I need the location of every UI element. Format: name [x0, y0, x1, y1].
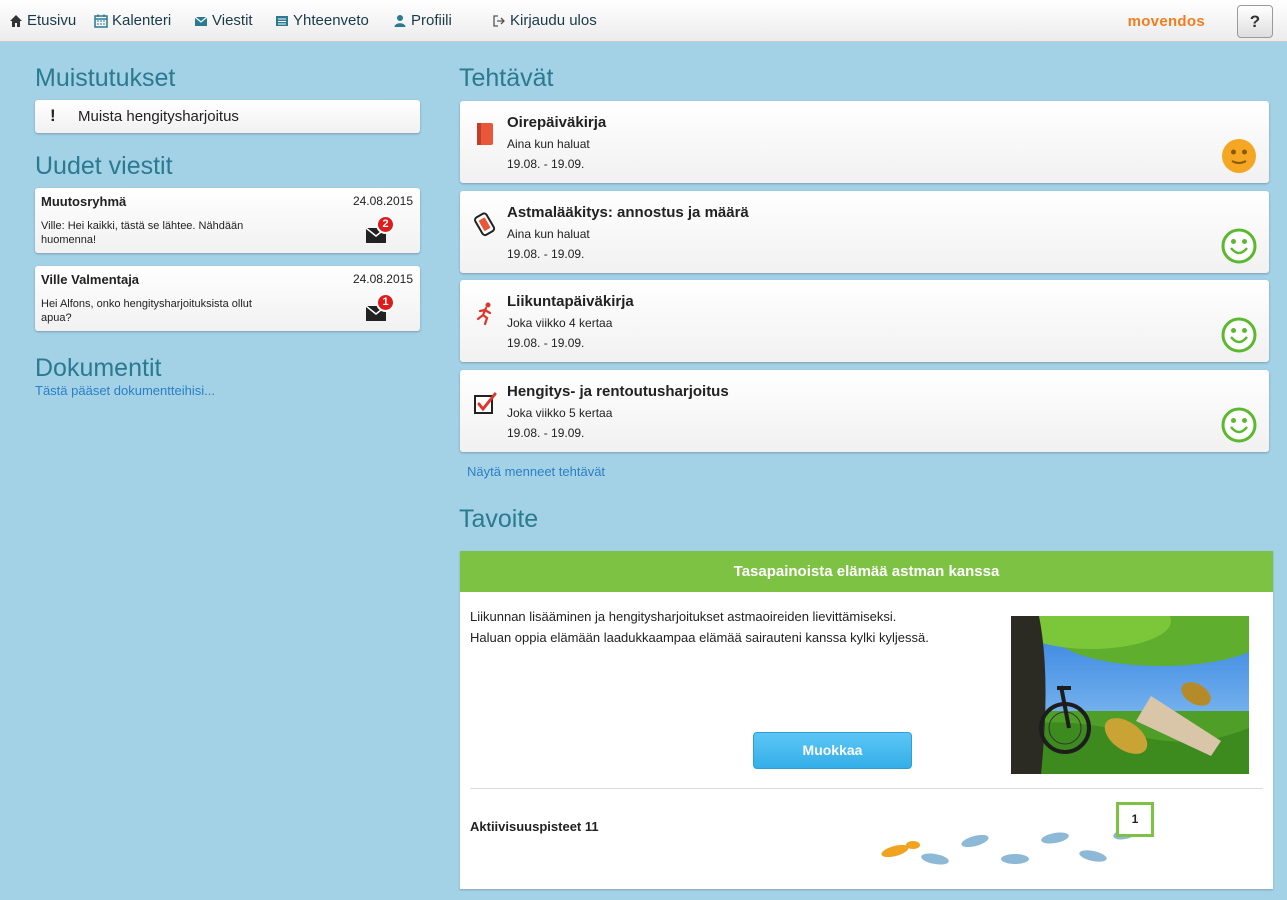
- message-item[interactable]: Muutosryhmä 24.08.2015 Ville: Hei kaikki…: [35, 188, 420, 253]
- task-frequency: Aina kun haluat: [507, 227, 590, 241]
- goal-header: Tasapainoista elämää astman kanssa: [460, 551, 1273, 592]
- task-dates: 19.08. - 19.09.: [507, 157, 585, 171]
- reminder-item[interactable]: ! Muista hengitysharjoitus: [35, 100, 420, 133]
- logout-icon: [493, 14, 505, 27]
- top-nav: Etusivu Kalenteri Viestit Yhteenveto Pro…: [0, 0, 1287, 42]
- task-item[interactable]: Astmalääkitys: annostus ja määrä Aina ku…: [460, 191, 1269, 273]
- task-frequency: Joka viikko 4 kertaa: [507, 316, 613, 330]
- nav-calendar-label: Kalenteri: [112, 12, 172, 29]
- summary-icon: [276, 15, 288, 26]
- task-dates: 19.08. - 19.09.: [507, 336, 585, 350]
- happy-smiley-icon: [1221, 407, 1257, 443]
- unread-count-badge: 2: [376, 215, 395, 234]
- task-item[interactable]: Hengitys- ja rentoutusharjoitus Joka vii…: [460, 370, 1269, 452]
- nav-summary[interactable]: Yhteenveto: [275, 12, 369, 29]
- message-date: 24.08.2015: [352, 272, 413, 286]
- message-preview: Ville: Hei kaikki, tästä se lähtee. Nähd…: [41, 220, 244, 246]
- unread-count-badge: 1: [376, 293, 395, 312]
- task-frequency: Aina kun haluat: [507, 137, 590, 151]
- reminders-title: Muistutukset: [35, 64, 176, 92]
- goal-title: Tavoite: [459, 505, 539, 533]
- goal-line: Haluan oppia elämään laadukkaampaa elämä…: [470, 630, 929, 645]
- brand-logo: movendos: [1127, 13, 1205, 30]
- exclamation-icon: !: [50, 106, 56, 125]
- goal-line: Liikunnan lisääminen ja hengitysharjoitu…: [470, 609, 897, 624]
- nav-messages-label: Viestit: [212, 12, 253, 29]
- calendar-icon: [94, 14, 108, 28]
- activity-points: Aktiivisuuspisteet 11: [470, 819, 599, 834]
- divider: [470, 788, 1263, 789]
- task-dates: 19.08. - 19.09.: [507, 247, 585, 261]
- reminder-text: Muista hengitysharjoitus: [78, 108, 239, 125]
- nav-messages[interactable]: Viestit: [194, 12, 253, 29]
- task-name: Hengitys- ja rentoutusharjoitus: [507, 383, 729, 400]
- task-name: Oirepäiväkirja: [507, 114, 607, 131]
- documents-link[interactable]: Tästä pääset dokumentteihisi...: [35, 383, 215, 398]
- checkbox-icon: [474, 392, 497, 414]
- nav-profile-label: Profiili: [411, 12, 452, 29]
- home-icon: [10, 14, 22, 27]
- documents-title: Dokumentit: [35, 354, 162, 382]
- happy-smiley-icon: [1221, 228, 1257, 264]
- nav-profile[interactable]: Profiili: [393, 12, 452, 29]
- nav-home-label: Etusivu: [27, 12, 77, 29]
- runner-icon: [476, 302, 492, 326]
- task-frequency: Joka viikko 5 kertaa: [507, 406, 613, 420]
- envelope-icon: [194, 16, 208, 26]
- nav-home[interactable]: Etusivu: [9, 12, 76, 29]
- message-item[interactable]: Ville Valmentaja 24.08.2015 Hei Alfons, …: [35, 266, 420, 331]
- nav-summary-label: Yhteenveto: [293, 12, 369, 29]
- message-preview: Hei Alfons, onko hengitysharjoituksista …: [41, 298, 252, 324]
- message-sender: Ville Valmentaja: [41, 272, 140, 287]
- nav-logout[interactable]: Kirjaudu ulos: [492, 12, 597, 29]
- tasks-title: Tehtävät: [459, 64, 554, 92]
- task-item[interactable]: Liikuntapäiväkirja Joka viikko 4 kertaa …: [460, 280, 1269, 362]
- user-icon: [394, 14, 406, 27]
- happy-smiley-icon: [1221, 317, 1257, 353]
- task-name: Liikuntapäiväkirja: [507, 293, 634, 310]
- task-item[interactable]: Oirepäiväkirja Aina kun haluat 19.08. - …: [460, 101, 1269, 183]
- task-name: Astmalääkitys: annostus ja määrä: [507, 204, 749, 221]
- messages-title: Uudet viestit: [35, 152, 173, 180]
- inhaler-icon: [474, 212, 496, 237]
- nav-calendar[interactable]: Kalenteri: [94, 12, 171, 29]
- goal-image: [1011, 616, 1249, 774]
- nav-logout-label: Kirjaudu ulos: [510, 12, 597, 29]
- edit-goal-button[interactable]: Muokkaa: [753, 732, 912, 769]
- book-icon: [477, 123, 493, 145]
- goal-description: Liikunnan lisääminen ja hengitysharjoitu…: [470, 606, 990, 648]
- message-date: 24.08.2015: [352, 194, 413, 208]
- task-dates: 19.08. - 19.09.: [507, 426, 585, 440]
- neutral-smiley-icon: [1222, 139, 1256, 173]
- goal-panel: Tasapainoista elämää astman kanssa Liiku…: [460, 551, 1273, 889]
- help-button[interactable]: ?: [1237, 5, 1273, 38]
- message-sender: Muutosryhmä: [41, 194, 127, 209]
- points-marker: 1: [1116, 802, 1154, 837]
- show-past-tasks-link[interactable]: Näytä menneet tehtävät: [467, 464, 605, 479]
